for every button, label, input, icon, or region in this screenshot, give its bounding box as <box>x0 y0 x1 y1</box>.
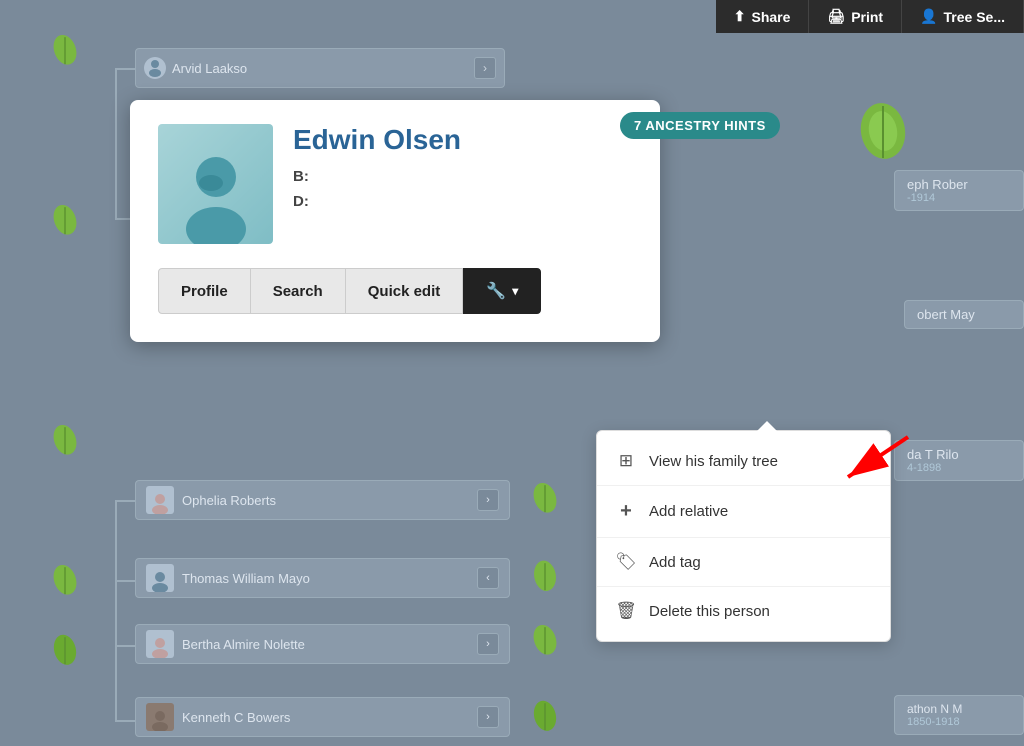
partial-node-right4: athon N M 1850-1918 <box>894 695 1024 735</box>
tag-icon: 🏷 <box>615 552 637 572</box>
death-label: D: <box>293 193 309 210</box>
partial-node-text1: eph Rober <box>907 177 1011 192</box>
node-name-kenneth: Kenneth C Bowers <box>182 710 290 725</box>
delete-person-item[interactable]: 🗑 Delete this person <box>597 587 890 635</box>
add-tag-label: Add tag <box>649 554 701 571</box>
leaf-decoration <box>50 560 80 596</box>
add-tag-item[interactable]: 🏷 Add tag <box>597 538 890 587</box>
node-arrow-bertha[interactable]: › <box>477 633 499 655</box>
partial-node-right2: obert May <box>904 300 1024 329</box>
card-content: Edwin Olsen B: D: <box>158 124 632 244</box>
add-relative-label: Add relative <box>649 503 728 520</box>
share-button[interactable]: ⬆ Share <box>716 0 810 33</box>
leaf-decoration <box>50 420 80 456</box>
leaf-decoration <box>50 30 80 66</box>
add-relative-item[interactable]: + Add relative <box>597 486 890 538</box>
connector <box>115 720 135 722</box>
print-icon: 🖨 <box>827 8 845 25</box>
quick-edit-button[interactable]: Quick edit <box>346 268 464 314</box>
partial-node-dates1: -1914 <box>907 192 1011 204</box>
partial-node-right1: eph Rober -1914 <box>894 170 1024 211</box>
connector <box>115 645 135 647</box>
connector <box>115 500 135 502</box>
tree-node-kenneth[interactable]: Kenneth C Bowers › <box>135 697 510 737</box>
tree-node-thomas[interactable]: Thomas William Mayo ‹ <box>135 558 510 598</box>
person-name: Edwin Olsen <box>293 124 632 156</box>
tools-button[interactable]: 🔧 ▾ <box>463 268 541 314</box>
node-arrow-arvid[interactable]: › <box>474 57 496 79</box>
partial-node-text2: obert May <box>917 307 1011 322</box>
node-name-ophelia: Ophelia Roberts <box>182 493 276 508</box>
share-icon: ⬆ <box>734 8 746 25</box>
partial-node-sub4: 1850-1918 <box>907 716 1011 728</box>
node-arrow-ophelia[interactable]: › <box>477 489 499 511</box>
chevron-down-icon: ▾ <box>512 284 518 298</box>
connector <box>115 68 135 70</box>
tree-search-label: Tree Se... <box>944 9 1005 25</box>
hints-badge-label: 7 ANCESTRY HINTS <box>634 118 766 133</box>
person-icon-arvid <box>144 57 166 79</box>
person-thumb-thomas <box>146 564 174 592</box>
view-family-tree-label: View his family tree <box>649 453 778 470</box>
profile-button[interactable]: Profile <box>158 268 251 314</box>
tree-node-arvid[interactable]: Arvid Laakso › <box>135 48 505 88</box>
share-label: Share <box>751 9 790 25</box>
print-button[interactable]: 🖨 Print <box>809 0 902 33</box>
leaf-decoration <box>50 200 80 236</box>
connector <box>115 68 117 218</box>
leaf-decoration <box>530 696 560 732</box>
ancestry-leaf-icon <box>856 96 911 161</box>
person-icon: 👤 <box>920 8 937 25</box>
tree-node-bertha[interactable]: Bertha Almire Nolette › <box>135 624 510 664</box>
birth-detail: B: <box>293 168 632 185</box>
partial-node-text4: athon N M <box>907 702 1011 716</box>
tree-search-button[interactable]: 👤 Tree Se... <box>902 0 1024 33</box>
add-relative-icon: + <box>615 500 637 523</box>
partial-node-dates3: 4-1898 <box>907 462 1011 474</box>
node-name-bertha: Bertha Almire Nolette <box>182 637 305 652</box>
family-tree-icon: ⊞ <box>615 451 637 471</box>
node-name-thomas: Thomas William Mayo <box>182 571 310 586</box>
connector <box>115 580 135 582</box>
red-arrow-annotation <box>818 432 918 492</box>
node-arrow-kenneth[interactable]: › <box>477 706 499 728</box>
connector <box>115 500 117 720</box>
person-thumb-ophelia <box>146 486 174 514</box>
tools-icon: 🔧 <box>486 281 506 301</box>
birth-label: B: <box>293 168 309 185</box>
node-name-arvid: Arvid Laakso <box>172 61 247 76</box>
leaf-decoration <box>530 620 560 656</box>
action-buttons: Profile Search Quick edit 🔧 ▾ <box>158 268 632 314</box>
death-detail: D: <box>293 193 632 210</box>
ancestry-hints-badge[interactable]: 7 ANCESTRY HINTS <box>620 112 780 139</box>
card-info: Edwin Olsen B: D: <box>293 124 632 218</box>
leaf-decoration <box>530 478 560 514</box>
header-bar: ⬆ Share 🖨 Print 👤 Tree Se... <box>716 0 1024 33</box>
tree-node-ophelia[interactable]: Ophelia Roberts › <box>135 480 510 520</box>
print-label: Print <box>851 9 883 25</box>
search-button[interactable]: Search <box>251 268 346 314</box>
node-arrow-thomas[interactable]: ‹ <box>477 567 499 589</box>
person-thumb-bertha <box>146 630 174 658</box>
person-thumb-kenneth <box>146 703 174 731</box>
delete-person-label: Delete this person <box>649 603 770 620</box>
trash-icon: 🗑 <box>615 601 637 621</box>
leaf-decoration <box>530 556 560 592</box>
leaf-decoration <box>50 630 80 666</box>
partial-node-text3: da T Rilo <box>907 447 1011 462</box>
person-card: Edwin Olsen B: D: Profile Search Quick e… <box>130 100 660 342</box>
avatar <box>158 124 273 244</box>
